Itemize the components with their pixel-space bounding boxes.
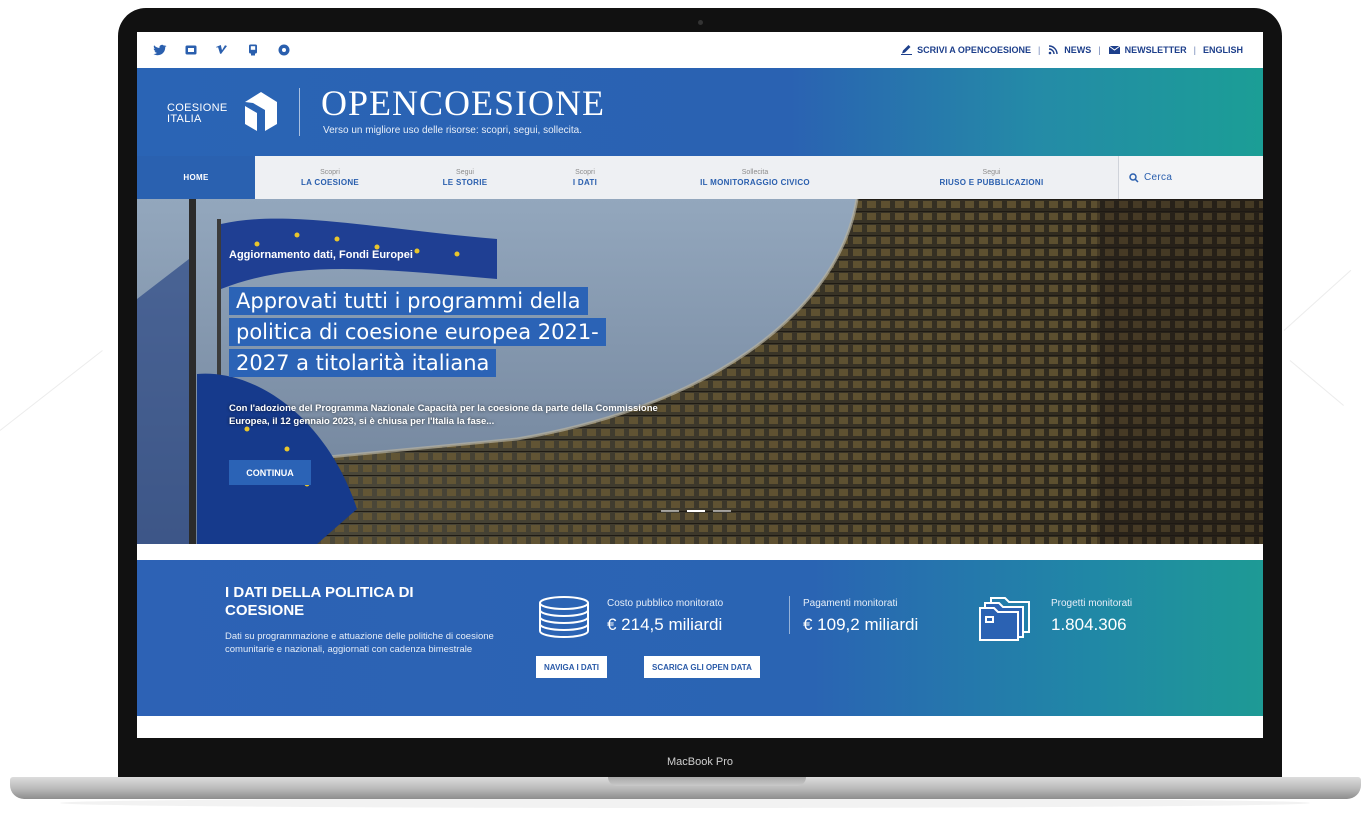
background-line	[0, 350, 103, 431]
hero-title[interactable]: Approvati tutti i programmi della politi…	[229, 286, 649, 379]
nav-item-label: RIUSO E PUBBLICAZIONI	[939, 177, 1044, 187]
youtube-icon[interactable]	[184, 43, 198, 57]
mail-icon	[1108, 45, 1120, 54]
hero-excerpt: Con l'adozione del Programma Nazionale C…	[229, 403, 658, 427]
stat-payments-value: € 109,2 miliardi	[803, 615, 919, 634]
main-nav: HOME Scopri LA COESIONE Segui LE STORIE …	[137, 156, 1263, 199]
nav-item-le-storie[interactable]: Segui LE STORIE	[405, 156, 525, 199]
news-link-label: NEWS	[1064, 44, 1092, 55]
stat-projects-label: Progetti monitorati	[1051, 598, 1133, 609]
pencil-icon	[901, 45, 913, 55]
nav-item-kicker: Scopri	[575, 168, 595, 176]
site-subtitle: Verso un migliore uso delle risorse: sco…	[323, 125, 583, 136]
write-link-label: SCRIVI A OPENCOESIONE	[917, 44, 1031, 55]
rss-icon	[1048, 45, 1058, 55]
nav-item-label: I DATI	[572, 177, 598, 187]
nav-item-label: LA COESIONE	[300, 177, 360, 187]
write-link[interactable]: SCRIVI A OPENCOESIONE	[900, 44, 1031, 55]
utility-bar: SCRIVI A OPENCOESIONE | NEWS | NEWSLETTE…	[137, 32, 1263, 68]
search-icon	[1129, 172, 1139, 183]
nav-item-kicker: Segui	[982, 168, 1001, 176]
news-link[interactable]: NEWS	[1047, 44, 1091, 55]
hero-title-text: Approvati tutti i programmi della politi…	[229, 287, 606, 377]
link-separator: |	[1193, 44, 1196, 55]
slider-dot-active[interactable]	[687, 510, 705, 512]
stat-cost-value: € 214,5 miliardi	[607, 615, 723, 634]
utility-links: SCRIVI A OPENCOESIONE | NEWS | NEWSLETTE…	[900, 44, 1243, 55]
stats-description: Dati su programmazione e attuazione dell…	[225, 631, 494, 655]
coesione-italia-logo-text[interactable]: COESIONE ITALIA	[167, 103, 227, 125]
laptop-base	[10, 777, 1361, 799]
flickr-icon[interactable]	[246, 43, 260, 57]
coesione-italia-logo-icon[interactable]	[241, 88, 283, 134]
laptop-shadow	[60, 798, 1310, 808]
site-title[interactable]: OPENCOESIONE	[321, 82, 605, 124]
download-open-data-button[interactable]: SCARICA GLI OPEN DATA	[644, 656, 760, 678]
stat-payments-label: Pagamenti monitorati	[803, 598, 898, 609]
nav-item-label: IL MONITORAGGIO CIVICO	[700, 177, 810, 187]
search-label: Cerca	[1144, 172, 1173, 183]
newsletter-link[interactable]: NEWSLETTER	[1108, 44, 1187, 55]
nav-item-riuso-pubblicazioni[interactable]: Segui RIUSO E PUBBLICAZIONI	[865, 156, 1118, 199]
link-separator: |	[1098, 44, 1101, 55]
laptop-base-notch	[608, 777, 806, 786]
nav-item-kicker: Sollecita	[741, 168, 769, 176]
camera	[698, 20, 703, 25]
logo-line-2: ITALIA	[167, 113, 202, 125]
nav-item-label: LE STORIE	[442, 177, 488, 187]
coins-icon	[539, 596, 589, 638]
hero-slider: Aggiornamento dati, Fondi Europei Approv…	[137, 199, 1263, 544]
folder-icon	[979, 597, 1030, 641]
stats-section: I DATI DELLA POLITICA DI COESIONE Dati s…	[137, 560, 1263, 716]
slider-dot[interactable]	[713, 510, 731, 512]
hero-kicker: Aggiornamento dati, Fondi Europei	[229, 249, 413, 261]
nav-item-monitoraggio-civico[interactable]: Sollecita IL MONITORAGGIO CIVICO	[645, 156, 865, 199]
stat-cost-label: Costo pubblico monitorato	[607, 598, 724, 609]
nav-item-i-dati[interactable]: Scopri I DATI	[525, 156, 645, 199]
nav-item-la-coesione[interactable]: Scopri LA COESIONE	[255, 156, 405, 199]
search-field[interactable]: Cerca	[1118, 156, 1263, 199]
nav-home-label: HOME	[183, 173, 209, 182]
vimeo-icon[interactable]	[215, 43, 229, 57]
english-link-label: ENGLISH	[1202, 44, 1243, 55]
browser-screen: SCRIVI A OPENCOESIONE | NEWS | NEWSLETTE…	[137, 32, 1263, 738]
laptop-model-label: MacBook Pro	[666, 756, 734, 768]
navigate-data-button[interactable]: NAVIGA I DATI	[536, 656, 607, 678]
nav-home[interactable]: HOME	[137, 156, 255, 199]
other-social-icon[interactable]	[277, 43, 291, 57]
newsletter-link-label: NEWSLETTER	[1124, 44, 1187, 55]
nav-item-kicker: Segui	[456, 168, 474, 176]
site-header: COESIONE ITALIA OPENCOESIONE Verso un mi…	[137, 68, 1263, 156]
nav-item-kicker: Scopri	[320, 168, 340, 176]
twitter-icon[interactable]	[153, 43, 167, 57]
social-links	[153, 43, 291, 57]
stat-projects-value: 1.804.306	[1051, 615, 1127, 634]
stats-heading: I DATI DELLA POLITICA DI COESIONE	[225, 584, 414, 619]
background-line	[1289, 360, 1344, 406]
link-separator: |	[1037, 44, 1041, 55]
stat-divider	[789, 596, 790, 634]
continue-button[interactable]: CONTINUA	[229, 460, 311, 485]
logo-divider	[299, 88, 300, 136]
slider-dots	[661, 510, 731, 512]
background-line	[1283, 269, 1352, 331]
slider-dot[interactable]	[661, 510, 679, 512]
english-link[interactable]: ENGLISH	[1203, 45, 1243, 55]
